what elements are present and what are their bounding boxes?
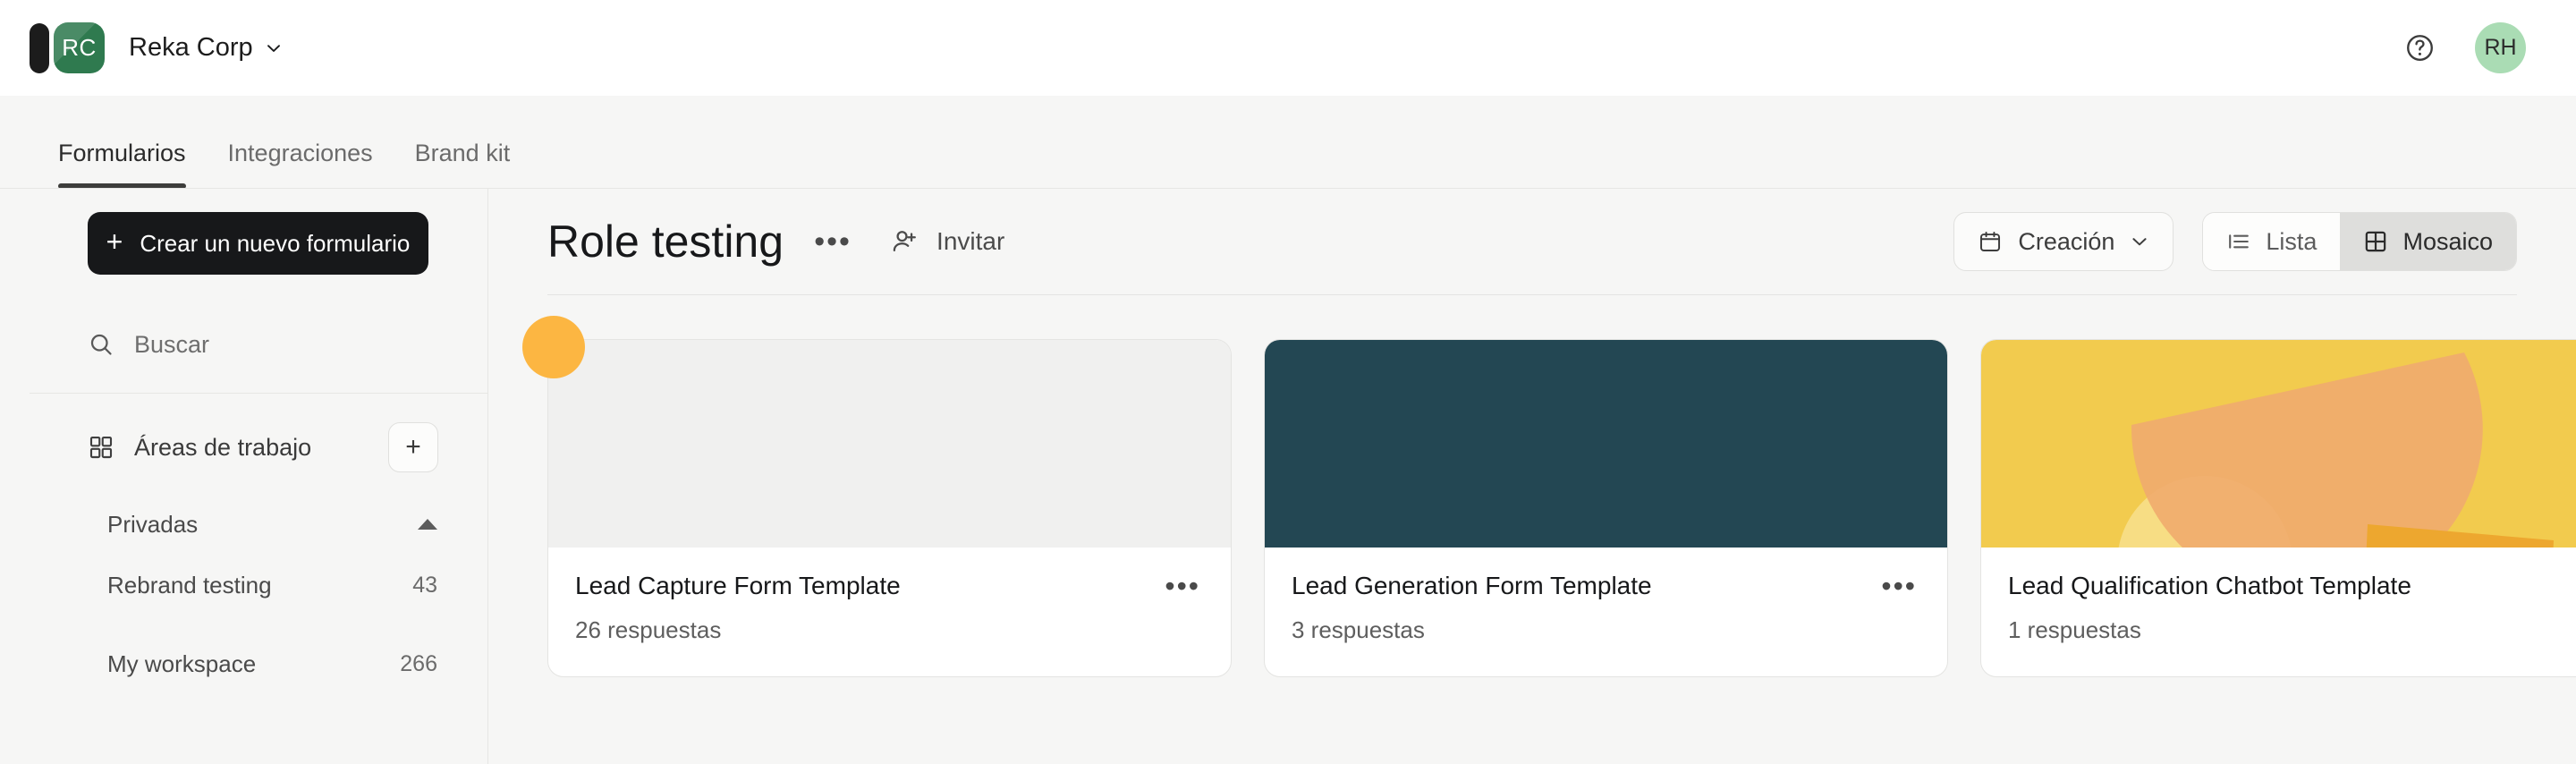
form-options-menu-button[interactable]: ••• <box>1881 572 1917 600</box>
sort-by-button[interactable]: Creación <box>1953 212 2174 271</box>
form-response-count: 26 respuestas <box>575 616 722 643</box>
add-workspace-button[interactable]: + <box>388 422 438 472</box>
form-card-meta: Lead Qualification Chatbot Template ••• … <box>1981 548 2576 676</box>
forms-grid: Lead Capture Form Template ••• 26 respue… <box>522 316 2576 677</box>
form-thumbnail <box>1265 340 1947 548</box>
main-content: Role testing ••• Invitar Creación Lista … <box>488 189 2576 764</box>
form-card-title-row: Lead Qualification Chatbot Template ••• <box>2008 572 2576 600</box>
form-card-meta: Lead Generation Form Template ••• 3 resp… <box>1265 548 1947 676</box>
sidebar-divider <box>30 393 487 394</box>
form-card-title-row: Lead Generation Form Template ••• <box>1292 572 1917 600</box>
calendar-icon <box>1978 229 2003 254</box>
workspace-switcher[interactable]: RC Reka Corp <box>30 22 283 73</box>
user-plus-icon <box>891 227 919 256</box>
chevron-up-icon <box>418 519 437 530</box>
body: + Crear un nuevo formulario Buscar Áreas… <box>0 189 2576 764</box>
form-thumbnail <box>548 340 1231 548</box>
create-new-form-label: Crear un nuevo formulario <box>140 229 411 257</box>
form-card-title-row: Lead Capture Form Template ••• <box>575 572 1200 600</box>
chevron-down-icon <box>265 39 283 57</box>
user-avatar[interactable]: RH <box>2475 22 2526 73</box>
tab-formularios[interactable]: Formularios <box>58 140 186 189</box>
form-title: Lead Qualification Chatbot Template <box>2008 572 2411 599</box>
view-mode-list[interactable]: Lista <box>2203 213 2341 270</box>
workspace-avatar-initials: RC <box>62 34 97 61</box>
help-circle-icon[interactable] <box>2404 32 2436 64</box>
grid-tile-icon <box>2363 229 2388 254</box>
grid-icon <box>88 434 114 461</box>
workspace-count: 266 <box>400 650 437 676</box>
workspace-count: 43 <box>412 572 437 598</box>
primary-tabs: Formularios Integraciones Brand kit <box>0 96 2576 189</box>
plus-icon: + <box>106 225 123 258</box>
page-title: Role testing <box>547 216 784 267</box>
user-avatar-initials: RH <box>2484 35 2517 60</box>
list-icon <box>2226 229 2251 254</box>
form-card-meta: Lead Capture Form Template ••• 26 respue… <box>548 548 1231 676</box>
form-card[interactable]: Lead Generation Form Template ••• 3 resp… <box>1264 339 1948 677</box>
form-options-menu-button[interactable]: ••• <box>1165 572 1200 600</box>
page-options-menu-button[interactable]: ••• <box>812 221 853 262</box>
thumb-shape-halfdisc <box>2131 352 2483 548</box>
search-input[interactable]: Buscar <box>30 315 487 374</box>
header-divider <box>547 294 2517 295</box>
form-title: Lead Generation Form Template <box>1292 572 1652 599</box>
workspaces-section-header: Áreas de trabajo + <box>30 420 487 474</box>
invite-label: Invitar <box>936 227 1005 255</box>
workspace-name-label: My workspace <box>107 649 257 677</box>
form-thumbnail <box>1981 340 2576 548</box>
form-response-count: 1 respuestas <box>2008 616 2141 643</box>
invite-button[interactable]: Invitar <box>891 227 1004 256</box>
search-placeholder: Buscar <box>134 330 210 358</box>
ellipsis-icon: ••• <box>814 224 852 259</box>
view-mode-toggle: Lista Mosaico <box>2202 212 2517 271</box>
top-bar-actions: RH <box>2404 22 2526 73</box>
workspace-name-label: Rebrand testing <box>107 571 272 598</box>
view-mode-grid-label: Mosaico <box>2402 227 2493 255</box>
view-mode-list-label: Lista <box>2266 227 2318 255</box>
sidebar-item-my-workspace[interactable]: My workspace 266 <box>30 624 487 703</box>
app-logo-mark <box>30 22 49 73</box>
tab-integraciones[interactable]: Integraciones <box>228 140 373 189</box>
sort-by-label: Creación <box>2018 227 2115 255</box>
form-title: Lead Capture Form Template <box>575 572 901 599</box>
main-header-controls: Creación Lista Mosaico <box>1953 212 2517 271</box>
main-header: Role testing ••• Invitar Creación Lista … <box>547 189 2517 294</box>
private-section-label: Privadas <box>107 510 199 538</box>
app-root: RC Reka Corp RH Formularios Integracione… <box>0 0 2576 764</box>
top-bar: RC Reka Corp RH <box>0 0 2576 96</box>
chevron-down-icon <box>2130 232 2149 251</box>
form-card[interactable]: Lead Qualification Chatbot Template ••• … <box>1980 339 2576 677</box>
workspace-name: Reka Corp <box>129 33 253 62</box>
workspace-avatar: RC <box>54 22 105 73</box>
tab-brand-kit[interactable]: Brand kit <box>415 140 511 189</box>
plus-icon: + <box>405 432 421 462</box>
create-new-form-button[interactable]: + Crear un nuevo formulario <box>88 212 428 275</box>
workspaces-label: Áreas de trabajo <box>134 433 312 461</box>
search-icon <box>88 331 114 358</box>
form-card[interactable]: Lead Capture Form Template ••• 26 respue… <box>547 339 1232 677</box>
thumb-shape-bar <box>2366 524 2554 548</box>
private-section-toggle[interactable]: Privadas <box>30 503 487 546</box>
view-mode-grid[interactable]: Mosaico <box>2340 213 2516 270</box>
sidebar-item-rebrand-testing[interactable]: Rebrand testing 43 <box>30 546 487 624</box>
sidebar: + Crear un nuevo formulario Buscar Áreas… <box>30 189 488 764</box>
form-response-count: 3 respuestas <box>1292 616 1425 643</box>
